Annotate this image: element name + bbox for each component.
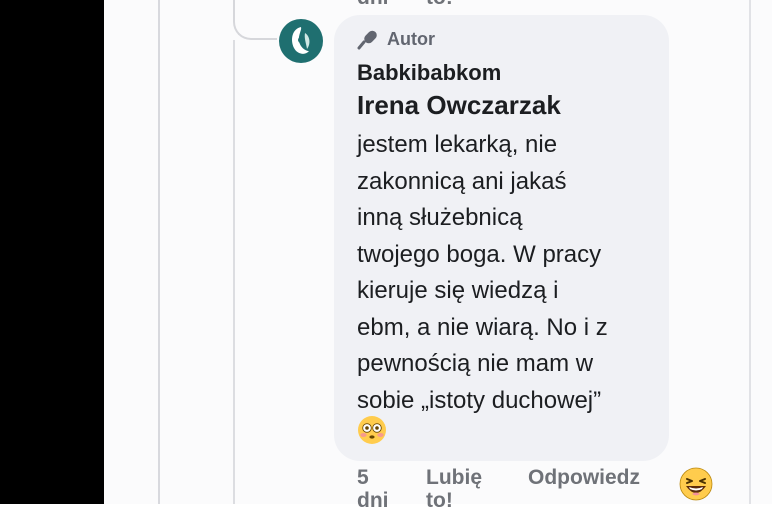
author-avatar[interactable]: [279, 19, 323, 63]
flushed-face-emoji-icon: [357, 415, 387, 450]
author-name[interactable]: Babkibabkom: [357, 60, 501, 86]
thread-connector-line: [233, 40, 235, 504]
comment-time[interactable]: 5 dni: [357, 466, 389, 512]
author-badge: Autor: [357, 28, 435, 50]
mother-child-logo-icon: [292, 27, 310, 54]
like-button[interactable]: Lubię to!: [426, 466, 482, 512]
badge-label: Autor: [387, 28, 435, 49]
comment-text: jestem lekarką, nie zakonnicą ani jakaś …: [357, 131, 608, 414]
thread-divider-left: [158, 0, 160, 504]
thread-divider-right: [749, 0, 751, 504]
microphone-icon: [357, 30, 377, 50]
prev-comment-time-fragment: dni: [357, 0, 389, 10]
laughing-face-reaction-icon[interactable]: [678, 466, 714, 507]
reply-button[interactable]: Odpowiedz: [528, 466, 640, 489]
left-black-bar: [0, 0, 104, 504]
prev-comment-like-fragment[interactable]: to!: [426, 0, 453, 10]
mentioned-user[interactable]: Irena Owczarzak: [357, 90, 561, 121]
reply-connector-line: [233, 0, 277, 40]
